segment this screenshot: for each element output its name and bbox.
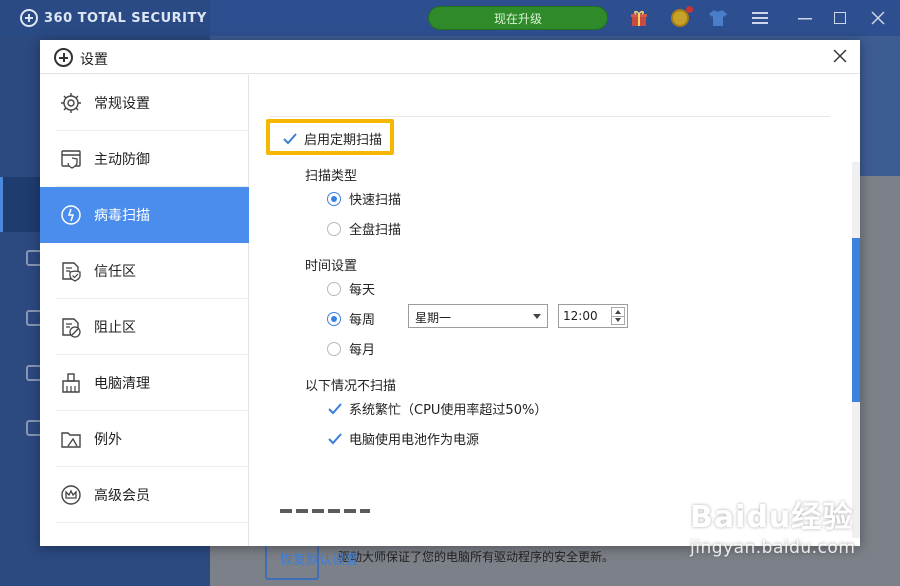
scrollbar-thumb[interactable] [852, 238, 860, 402]
nav-label: 电脑清理 [94, 376, 150, 392]
radio-quick-scan[interactable]: 快速扫描 [327, 189, 401, 208]
nav-item-pc-cleanup[interactable]: 电脑清理 [40, 355, 249, 411]
dialog-title: 设置 [80, 52, 108, 68]
skip-conditions-label: 以下情况不扫描 [305, 379, 397, 394]
chevron-down-icon [533, 314, 541, 319]
checkmark-icon [327, 401, 343, 417]
nav-item-exceptions[interactable]: 例外 [40, 411, 249, 467]
minimize-icon[interactable] [795, 8, 815, 28]
app-logo-icon [20, 9, 38, 27]
gift-icon[interactable] [629, 8, 649, 28]
dialog-header: 设置 [40, 40, 860, 74]
weekday-select[interactable]: 星期一 [408, 304, 548, 328]
dialog-logo-icon [54, 48, 73, 67]
time-settings-label: 时间设置 [305, 259, 358, 274]
checkmark-icon [327, 431, 343, 447]
app-title: 360 TOTAL SECURITY [44, 10, 207, 26]
radio-monthly[interactable]: 每月 [327, 339, 375, 358]
app-logo: 360 TOTAL SECURITY [20, 9, 207, 27]
stepper-buttons[interactable] [611, 307, 625, 325]
weekday-value: 星期一 [415, 311, 452, 325]
medal-icon[interactable] [670, 6, 693, 28]
nav-item-block-zone[interactable]: 阻止区 [40, 299, 249, 355]
arrow-up-icon[interactable] [615, 310, 621, 314]
app-sidebar-active [0, 177, 40, 232]
content-divider [270, 116, 830, 117]
broom-icon [60, 372, 82, 394]
nav-label: 例外 [94, 432, 122, 448]
nav-label: 阻止区 [94, 320, 136, 336]
scan-icon [60, 204, 82, 226]
nav-label: 高级会员 [94, 488, 150, 504]
nav-item-virus-scan[interactable]: 病毒扫描 [40, 187, 249, 243]
maximize-icon[interactable] [830, 8, 850, 28]
time-value: 12:00 [563, 309, 598, 323]
clipped-section-heading [280, 509, 370, 513]
watermark-brand: Baidu经验 [690, 500, 854, 535]
radio-label: 全盘扫描 [349, 223, 402, 238]
shirt-icon[interactable] [708, 8, 728, 28]
radio-daily[interactable]: 每天 [327, 279, 375, 298]
nav-item-premium[interactable]: 高级会员 [40, 467, 249, 523]
settings-nav: 常规设置 主动防御 病毒扫描 信任区 阻止区 电脑清理 例外 高级会员 [40, 75, 249, 546]
upgrade-button[interactable]: 现在升级 [428, 6, 608, 30]
checkbox-label: 系统繁忙（CPU使用率超过50%） [349, 403, 548, 418]
folder-exception-icon [60, 428, 82, 450]
nav-item-active-defense[interactable]: 主动防御 [40, 131, 249, 187]
skip-when-busy-checkbox[interactable]: 系统繁忙（CPU使用率超过50%） [327, 399, 547, 418]
driver-description: 驱动大师保证了您的电脑所有驱动程序的安全更新。 [338, 550, 615, 564]
radio-label: 每周 [349, 313, 376, 328]
nav-item-general[interactable]: 常规设置 [40, 75, 249, 131]
nav-label: 病毒扫描 [94, 208, 150, 224]
window-close-icon[interactable] [868, 8, 888, 28]
nav-label: 信任区 [94, 264, 136, 280]
nav-label: 常规设置 [94, 96, 150, 112]
restore-defaults-link[interactable]: 恢复默认设置 [280, 549, 358, 568]
nav-item-trust-zone[interactable]: 信任区 [40, 243, 249, 299]
crown-icon [60, 484, 82, 506]
skip-on-battery-checkbox[interactable]: 电脑使用电池作为电源 [327, 429, 479, 448]
shield-window-icon [60, 148, 82, 170]
radio-label: 每天 [349, 283, 376, 298]
gear-icon [60, 92, 82, 114]
scan-type-label: 扫描类型 [305, 169, 358, 184]
checkbox-label: 电脑使用电池作为电源 [349, 433, 480, 448]
radio-label: 每月 [349, 343, 376, 358]
time-stepper[interactable]: 12:00 [558, 304, 628, 328]
nav-label: 主动防御 [94, 152, 150, 168]
trust-shield-icon [60, 260, 82, 282]
checkmark-icon [282, 131, 298, 147]
radio-weekly[interactable]: 每周 [327, 309, 375, 328]
block-icon [60, 316, 82, 338]
watermark-url: jingyan.baidu.com [690, 538, 856, 558]
menu-icon[interactable] [750, 8, 770, 28]
radio-label: 快速扫描 [349, 193, 402, 208]
settings-dialog: 设置 常规设置 主动防御 病毒扫描 信任区 阻止区 电脑清理 例外 高级会员 启… [40, 40, 860, 568]
enable-scheduled-scan-checkbox[interactable]: 启用定期扫描 [282, 129, 382, 148]
checkbox-label: 启用定期扫描 [304, 133, 383, 148]
scan-settings-panel: 启用定期扫描 扫描类型 快速扫描 全盘扫描 时间设置 每天 每周 星期一 12:… [250, 75, 860, 568]
close-icon[interactable] [830, 46, 850, 66]
watermark: Baidu经验 jingyan.baidu.com [690, 492, 855, 558]
arrow-down-icon[interactable] [615, 318, 621, 322]
radio-full-scan[interactable]: 全盘扫描 [327, 219, 401, 238]
